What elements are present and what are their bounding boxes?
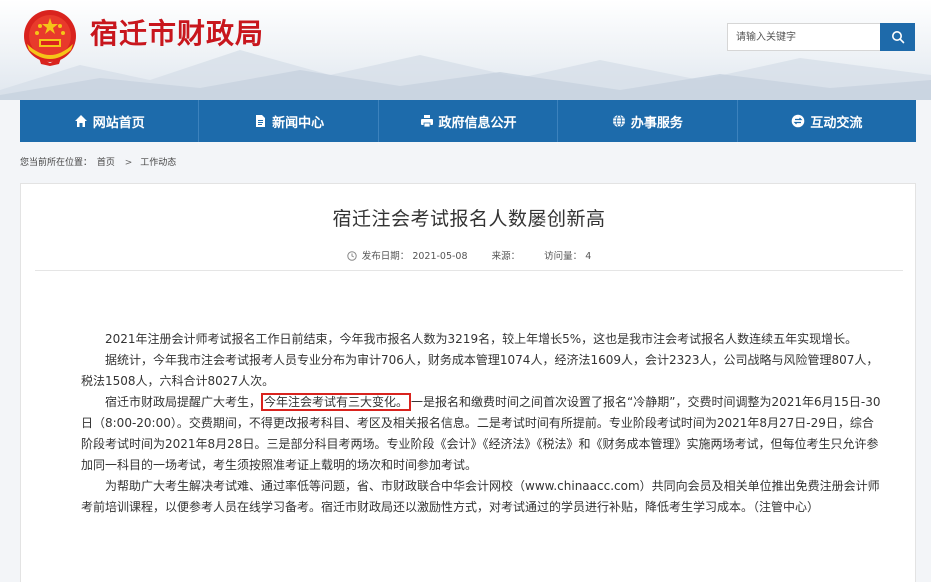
breadcrumb-separator: > — [124, 158, 133, 168]
article-paragraph: 为帮助广大考生解决考试难、通过率低等问题，省、市财政联合中华会计网校（www.c… — [81, 479, 880, 514]
highlighted-text: 今年注会考试有三大变化。 — [261, 393, 412, 411]
site-title[interactable]: 宿迁市财政局 — [90, 12, 264, 52]
source-label: 来源： — [491, 251, 521, 262]
publish-date: 2021-05-08 — [412, 251, 468, 262]
nav-item-label: 办事服务 — [630, 115, 683, 131]
paragraph-text: 宿迁市财政局提醒广大考生， — [105, 395, 262, 409]
article-meta: 发布日期： 2021-05-08 来源： 访问量： 4 — [21, 248, 917, 262]
nav-item-gov-info[interactable]: 政府信息公开 — [379, 100, 559, 142]
document-icon — [253, 114, 267, 128]
nav-item-home[interactable]: 网站首页 — [20, 100, 200, 142]
search-input[interactable] — [728, 24, 882, 50]
nav-item-label: 互动交流 — [810, 115, 863, 131]
globe-icon — [612, 114, 626, 128]
exchange-icon — [791, 114, 805, 128]
clock-icon — [347, 251, 357, 261]
article-paragraph: 2021年注册会计师考试报名工作日前结束，今年我市报名人数为3219名，较上年增… — [105, 332, 858, 346]
search-icon — [891, 31, 904, 44]
visits-label: 访问量： — [544, 251, 583, 262]
article-body: 2021年注册会计师考试报名工作日前结束，今年我市报名人数为3219名，较上年增… — [81, 329, 881, 518]
nav-item-news[interactable]: 新闻中心 — [199, 100, 379, 142]
nav-item-label: 政府信息公开 — [438, 115, 517, 131]
title-divider — [35, 270, 903, 271]
breadcrumb-current-link[interactable]: 工作动态 — [140, 158, 176, 168]
article-paragraph: 据统计，今年我市注会考试报考人员专业分布为审计706人，财务成本管理1074人，… — [81, 353, 879, 388]
breadcrumb-prefix: 您当前所在位置： — [20, 158, 93, 168]
nav-item-interaction[interactable]: 互动交流 — [738, 100, 916, 142]
visits-count: 4 — [585, 251, 592, 262]
article-title: 宿迁注会考试报名人数屡创新高 — [332, 208, 606, 230]
site-header: 宿迁市财政局 — [0, 0, 931, 100]
nav-item-services[interactable]: 办事服务 — [558, 100, 738, 142]
printer-icon — [420, 114, 434, 128]
nav-item-label: 新闻中心 — [272, 115, 325, 131]
article-paragraph: 宿迁市财政局提醒广大考生， 今年注会考试有三大变化。 一是报名和缴费时间之间首次设置… — [81, 392, 881, 476]
home-icon — [74, 114, 88, 128]
article-card: 宿迁注会考试报名人数屡创新高 发布日期： 2021-05-08 来源： 访问量：… — [20, 183, 916, 582]
nav-item-label: 网站首页 — [92, 115, 145, 131]
breadcrumb-home-link[interactable]: 首页 — [97, 158, 115, 168]
search-box — [727, 23, 915, 51]
national-emblem-logo — [24, 10, 76, 66]
search-button[interactable] — [880, 23, 915, 51]
breadcrumb: 您当前所在位置： 首页 > 工作动态 — [20, 155, 178, 168]
main-nav: 网站首页 新闻中心 政府信息公开 办事服务 互动交流 — [20, 100, 916, 142]
publish-date-label: 发布日期： — [361, 251, 410, 262]
